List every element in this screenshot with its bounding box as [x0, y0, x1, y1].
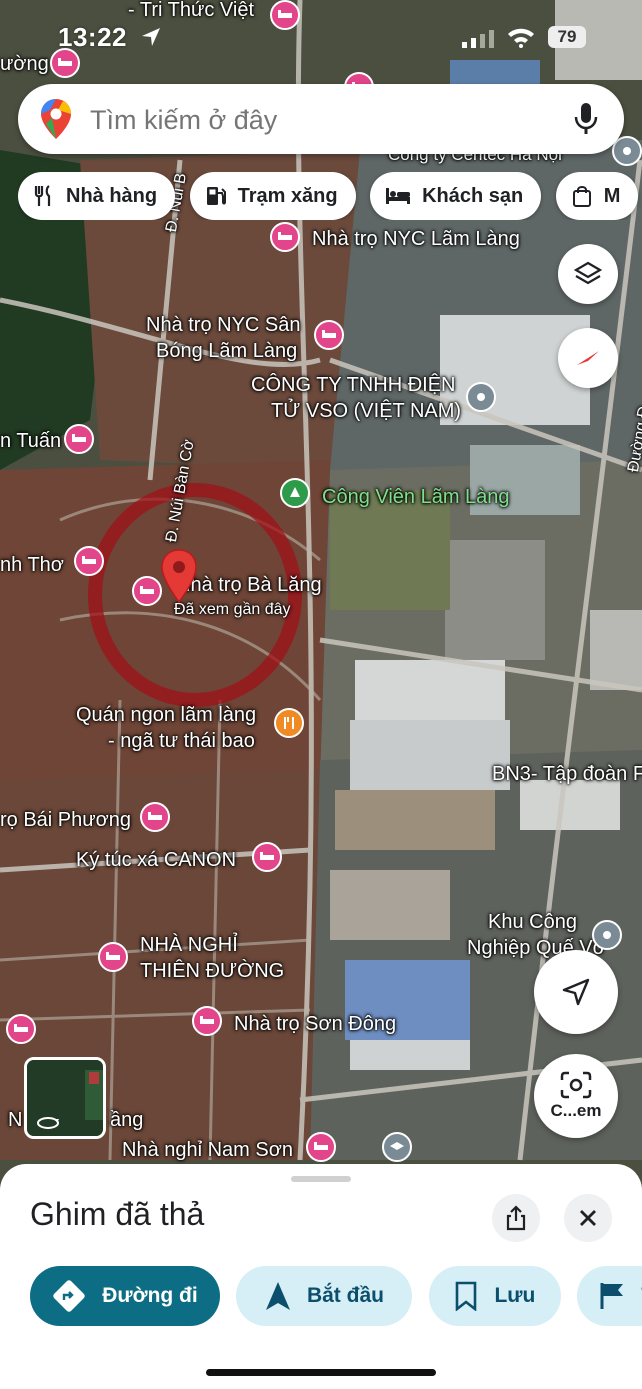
map-label-nyc-san-1[interactable]: Nhà trọ NYC Sân [146, 313, 301, 337]
map-label-tang[interactable]: N [8, 1108, 22, 1132]
sheet-drag-handle[interactable] [291, 1176, 351, 1182]
street-view-rotate-icon [37, 1117, 59, 1129]
chip-gas-stations[interactable]: Trạm xăng [189, 172, 356, 220]
category-chips: Nhà hàng Trạm xăng Khách sạn M [18, 172, 642, 220]
company-icon[interactable] [592, 920, 622, 950]
directions-label: Đường đi [102, 1284, 198, 1307]
my-location-button[interactable] [534, 950, 618, 1034]
park-icon[interactable] [280, 478, 310, 508]
chip-label: Trạm xăng [237, 184, 338, 207]
map-label-son-dong[interactable]: Nhà trọ Sơn Đông [234, 1012, 396, 1036]
map-label-thien-2[interactable]: THIÊN ĐƯỜNG [140, 959, 284, 983]
compass-icon [577, 351, 599, 365]
close-button[interactable] [564, 1194, 612, 1242]
directions-button[interactable]: Đường đi [30, 1266, 220, 1326]
street-view-thumbnail[interactable] [24, 1057, 106, 1139]
navigation-start-icon [265, 1282, 290, 1310]
camera-lens-icon [560, 1071, 592, 1099]
hotel-icon[interactable] [98, 942, 128, 972]
hotel-icon[interactable] [6, 1014, 36, 1044]
hotel-icon[interactable] [140, 802, 170, 832]
search-input[interactable] [88, 98, 562, 142]
bookmark-icon [456, 1281, 477, 1311]
hotel-icon[interactable] [270, 222, 300, 252]
hotel-icon[interactable] [306, 1132, 336, 1162]
start-label: Bắt đầu [306, 1284, 384, 1307]
chip-shopping[interactable]: M [555, 172, 639, 220]
location-arrow-icon [142, 28, 160, 46]
chip-label: M [603, 184, 621, 207]
compass-button[interactable] [558, 328, 618, 388]
microphone-icon[interactable] [574, 102, 598, 136]
bottom-sheet[interactable]: Ghim đã thả Đường đi Bắt đầu Lưu T [0, 1164, 642, 1389]
restaurant-icon [34, 185, 51, 206]
map-label-vso-2[interactable]: TỬ VSO (VIỆT NAM) [271, 399, 461, 423]
lens-camera-button[interactable]: C...em [534, 1054, 618, 1138]
layers-button[interactable] [558, 244, 618, 304]
wifi-icon [508, 28, 534, 48]
chip-hotels[interactable]: Khách sạn [370, 172, 542, 220]
gas-station-icon [206, 187, 226, 205]
restaurant-icon[interactable] [274, 708, 304, 738]
company-icon[interactable] [466, 382, 496, 412]
action-buttons: Đường đi Bắt đầu Lưu T [30, 1266, 642, 1326]
save-button[interactable]: Lưu [428, 1266, 561, 1326]
hotel-icon [386, 188, 411, 204]
save-label: Lưu [494, 1284, 536, 1307]
map-label-vso-1[interactable]: CÔNG TY TNHH ĐIỆN [251, 373, 455, 397]
sheet-title: Ghim đã thả [30, 1196, 205, 1232]
start-button[interactable]: Bắt đầu [236, 1266, 413, 1326]
google-maps-logo-icon [41, 99, 71, 139]
map-label-nh-tho[interactable]: nh Thơ [0, 553, 64, 577]
status-time: 13:22 [58, 22, 127, 52]
status-bar: 13:22 79 [0, 0, 642, 70]
hotel-icon[interactable] [192, 1006, 222, 1036]
chip-restaurants[interactable]: Nhà hàng [18, 172, 176, 220]
share-button[interactable] [492, 1194, 540, 1242]
hotel-icon[interactable] [64, 424, 94, 454]
hotel-icon[interactable] [74, 546, 104, 576]
map-label-nyc-san-2[interactable]: Bóng Lãm Làng [156, 339, 297, 363]
map-label-bai-phuong[interactable]: rọ Bái Phương [0, 808, 131, 832]
navigation-arrow-icon [562, 978, 590, 1006]
map-label-thien-1[interactable]: NHÀ NGHỈ [140, 933, 238, 957]
search-bar[interactable] [18, 84, 624, 154]
layers-icon [574, 261, 602, 285]
chip-label: Khách sạn [422, 184, 524, 207]
hotel-icon[interactable] [314, 320, 344, 350]
dropped-pin-icon[interactable] [160, 548, 198, 604]
lens-camera-label: C...em [550, 1101, 602, 1120]
shopping-bag-icon [572, 186, 591, 207]
hotel-icon[interactable] [132, 576, 162, 606]
map-label-tang2[interactable]: ầng [110, 1108, 143, 1132]
map-label-park[interactable]: Công Viên Lãm Làng [322, 485, 510, 509]
map-label-quan-2[interactable]: - ngã tư thái bao [108, 729, 255, 753]
flag-icon [600, 1283, 624, 1309]
map-label-bn3[interactable]: BN3- Tập đoàn F [492, 762, 642, 786]
school-icon[interactable] [382, 1132, 412, 1162]
map-label-canon[interactable]: Ký túc xá CANON [76, 848, 236, 872]
battery-indicator: 79 [548, 26, 586, 48]
map-label-nyc[interactable]: Nhà trọ NYC Lãm Làng [312, 227, 520, 251]
map-label-kcn-1[interactable]: Khu Công [488, 910, 577, 934]
close-icon [580, 1210, 596, 1226]
directions-icon [53, 1280, 85, 1312]
share-icon [506, 1205, 526, 1231]
home-indicator[interactable] [206, 1369, 436, 1376]
chip-label: Nhà hàng [66, 184, 158, 207]
label-button[interactable]: T [577, 1266, 642, 1326]
map-label-quan-1[interactable]: Quán ngon lãm làng [76, 703, 256, 727]
hotel-icon[interactable] [252, 842, 282, 872]
cellular-signal-icon [462, 30, 494, 48]
map-label-tuan[interactable]: n Tuấn [0, 429, 61, 453]
map-label-nam-son[interactable]: Nhà nghỉ Nam Sơn [122, 1138, 293, 1162]
